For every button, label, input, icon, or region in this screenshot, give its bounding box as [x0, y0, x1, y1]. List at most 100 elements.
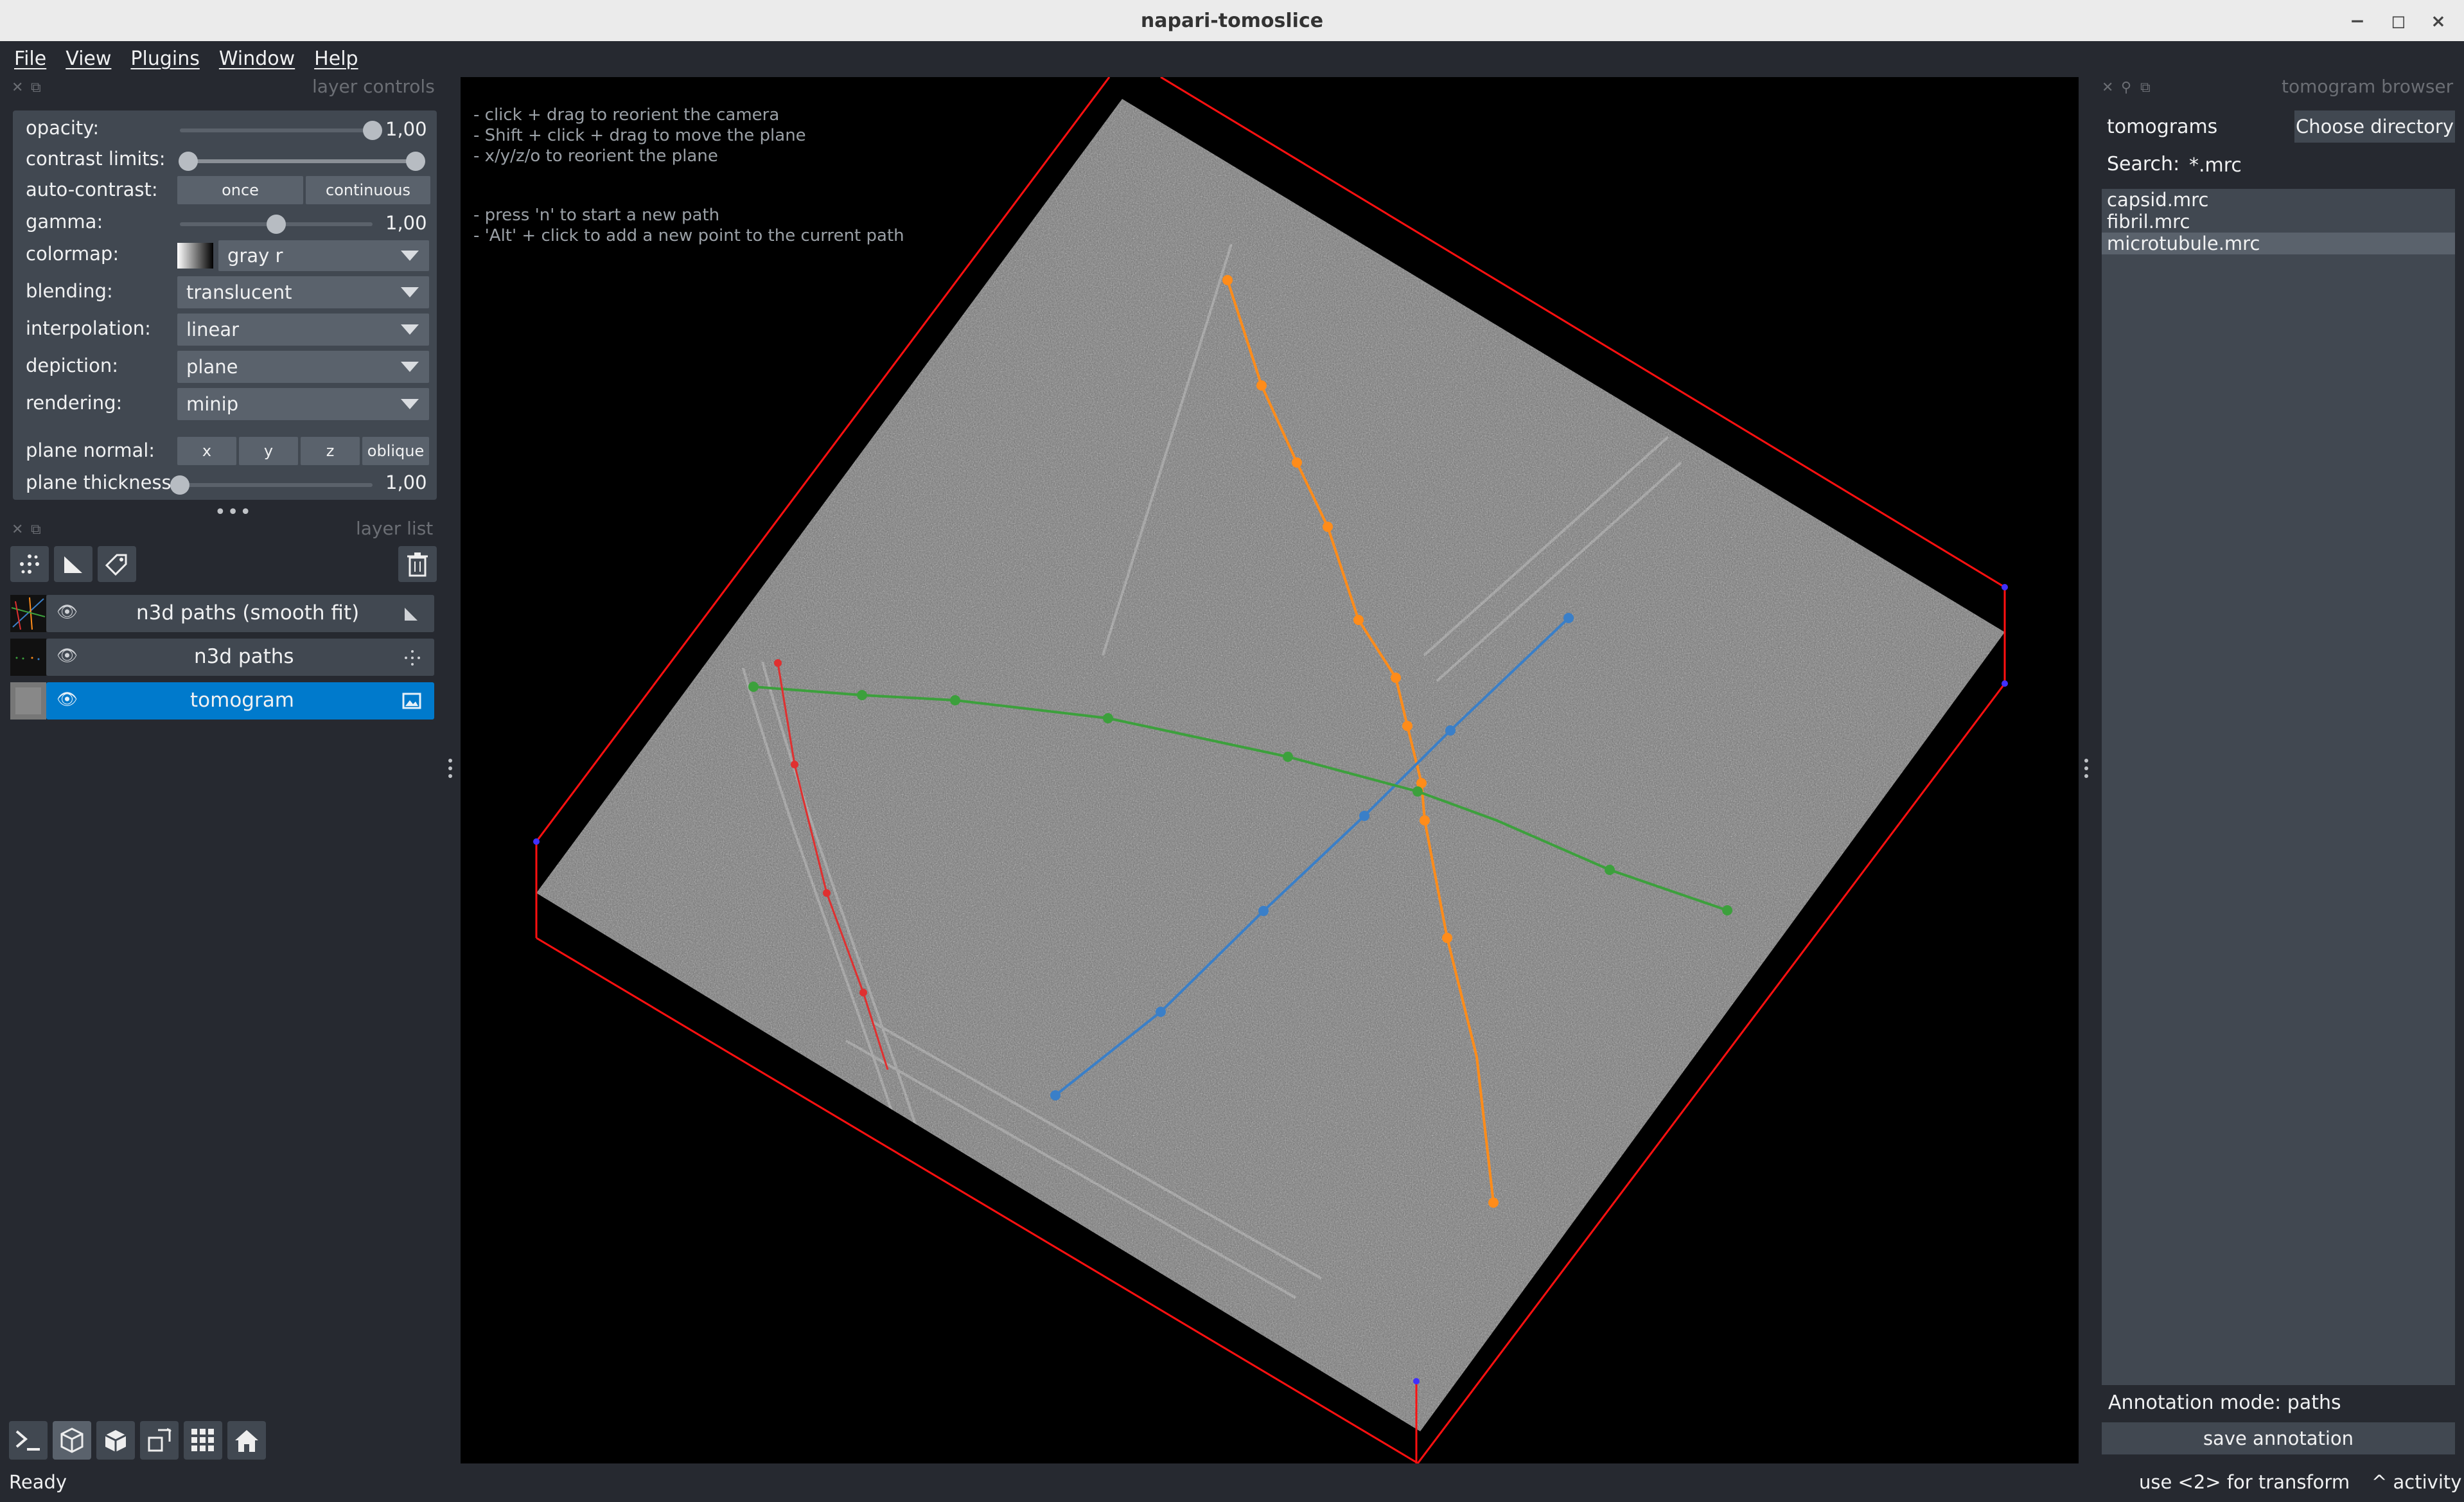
terminal-icon [15, 1430, 40, 1451]
viewer-canvas[interactable]: - click + drag to reorient the camera - … [461, 77, 2079, 1463]
plane-normal-y-button[interactable]: y [239, 437, 298, 465]
delete-layer-button[interactable] [398, 546, 437, 582]
menu-help[interactable]: Help [314, 48, 358, 70]
blending-dropdown[interactable]: translucent [177, 276, 429, 308]
dock-float-icon[interactable]: ⧉ [31, 80, 41, 96]
menu-file[interactable]: File [14, 48, 46, 70]
new-shapes-layer-button[interactable] [54, 546, 92, 582]
canvas-hint: - x/y/z/o to reorient the plane [473, 146, 718, 166]
search-value: *.mrc [2189, 154, 2242, 177]
minimize-button[interactable]: − [2345, 8, 2370, 33]
save-annotation-button[interactable]: save annotation [2102, 1422, 2455, 1454]
window-title-bar: napari-tomoslice − ◻ × [0, 0, 2464, 41]
layer-row-tomogram[interactable]: 👁 tomogram [46, 682, 434, 720]
new-points-layer-button[interactable] [10, 546, 49, 582]
plane-thickness-slider-handle[interactable] [170, 475, 189, 495]
plane-normal-oblique-button[interactable]: oblique [362, 437, 429, 465]
left-dock-splitter-handle[interactable] [448, 758, 452, 779]
layer-row-smooth-fit[interactable]: 👁 n3d paths (smooth fit) [46, 595, 434, 632]
layer-controls-header: layer controls [312, 76, 435, 97]
auto-contrast-once-button[interactable]: once [177, 176, 303, 204]
opacity-slider[interactable] [180, 128, 373, 132]
plane-normal-x-button[interactable]: x [177, 437, 236, 465]
dock-float-icon[interactable]: ⧉ [31, 522, 41, 538]
menu-view[interactable]: View [66, 48, 111, 70]
chevron-down-icon [401, 324, 419, 335]
eye-icon[interactable]: 👁 [57, 603, 78, 622]
box-icon [105, 1430, 127, 1452]
contrast-low-handle[interactable] [179, 152, 198, 171]
canvas-hint: - click + drag to reorient the camera [473, 105, 780, 125]
eye-icon[interactable]: 👁 [57, 646, 78, 666]
dock-close-icon[interactable]: ✕ [12, 80, 23, 96]
rendering-value: minip [186, 393, 239, 415]
restore-button[interactable]: ◻ [2386, 8, 2411, 33]
layer-thumbnail[interactable] [10, 639, 46, 676]
layer-row-paths[interactable]: 👁 n3d paths [46, 639, 434, 676]
layer-thumbnail[interactable] [10, 682, 46, 720]
menu-window[interactable]: Window [219, 48, 295, 70]
canvas-hint: - Shift + click + drag to move the plane [473, 126, 806, 145]
transpose-icon [148, 1427, 172, 1452]
blending-value: translucent [186, 281, 292, 303]
list-item[interactable]: microtubule.mrc [2107, 233, 2260, 254]
auto-contrast-continuous-button[interactable]: continuous [306, 176, 430, 204]
menu-plugins[interactable]: Plugins [130, 48, 199, 70]
rendering-label: rendering: [26, 392, 123, 414]
transpose-button[interactable] [140, 1421, 179, 1460]
opacity-slider-handle[interactable] [363, 121, 382, 140]
cube-3d-icon [60, 1427, 84, 1453]
plane-normal-z-button[interactable]: z [301, 437, 360, 465]
console-button[interactable] [9, 1421, 48, 1460]
list-item[interactable]: fibril.mrc [2107, 211, 2190, 233]
reset-view-button[interactable] [227, 1421, 266, 1460]
toggle-ndisplay-button[interactable] [53, 1421, 91, 1460]
window-title: napari-tomoslice [1140, 9, 1324, 32]
dock-close-icon[interactable]: ✕ [12, 522, 23, 538]
grid-view-button[interactable] [184, 1421, 222, 1460]
activity-button[interactable]: ^ activity [2372, 1471, 2461, 1493]
colormap-dropdown[interactable]: gray r [218, 240, 429, 271]
dock-pin-icon[interactable]: ⚲ [2121, 80, 2131, 96]
directory-field[interactable]: tomograms [2102, 110, 2285, 143]
eye-icon[interactable]: 👁 [57, 690, 78, 709]
shapes-icon [64, 556, 82, 573]
interpolation-value: linear [186, 319, 240, 340]
gamma-slider-handle[interactable] [267, 215, 286, 234]
plane-thickness-value: 1,00 [385, 472, 427, 493]
rendering-dropdown[interactable]: minip [177, 388, 429, 420]
dock-float-icon[interactable]: ⧉ [2140, 80, 2151, 96]
tag-icon [105, 554, 127, 576]
plane-normal-label: plane normal: [26, 439, 155, 461]
points-thumbnail-icon [15, 657, 40, 660]
search-input[interactable]: *.mrc [2184, 149, 2455, 181]
list-item[interactable]: capsid.mrc [2107, 189, 2208, 211]
annotation-mode-label: Annotation mode: paths [2108, 1392, 2341, 1414]
plane-thickness-slider[interactable] [180, 483, 373, 487]
tomogram-thumbnail-icon [10, 682, 46, 720]
choose-directory-button[interactable]: Choose directory [2294, 110, 2455, 143]
depiction-value: plane [186, 356, 238, 378]
right-dock-splitter-handle[interactable] [2084, 758, 2088, 779]
contrast-limits-slider[interactable] [180, 159, 418, 163]
dock-close-icon[interactable]: ✕ [2102, 80, 2113, 96]
close-button[interactable]: × [2425, 8, 2451, 33]
layer-thumbnail[interactable] [10, 595, 46, 632]
search-label: Search: [2107, 153, 2180, 175]
layer-list-header: layer list [356, 518, 434, 539]
menu-bar: File View Plugins Window Help [0, 41, 2464, 76]
transform-hint: use <2> for transform [2139, 1471, 2350, 1493]
tomogram-file-list[interactable]: capsid.mrc fibril.mrc microtubule.mrc [2102, 189, 2455, 1385]
opacity-label: opacity: [26, 117, 100, 139]
roll-dimensions-button[interactable] [96, 1421, 135, 1460]
interpolation-dropdown[interactable]: linear [177, 314, 429, 346]
panel-splitter-handle[interactable]: ••• [215, 501, 252, 524]
gamma-label: gamma: [26, 211, 103, 233]
depiction-dropdown[interactable]: plane [177, 351, 429, 383]
new-labels-layer-button[interactable] [98, 546, 136, 582]
colormap-value: gray r [227, 245, 283, 267]
chevron-up-icon: ^ [2372, 1471, 2388, 1493]
plane-thickness-label: plane thickness: [26, 472, 178, 493]
colormap-preview [177, 243, 213, 269]
contrast-high-handle[interactable] [406, 152, 425, 171]
